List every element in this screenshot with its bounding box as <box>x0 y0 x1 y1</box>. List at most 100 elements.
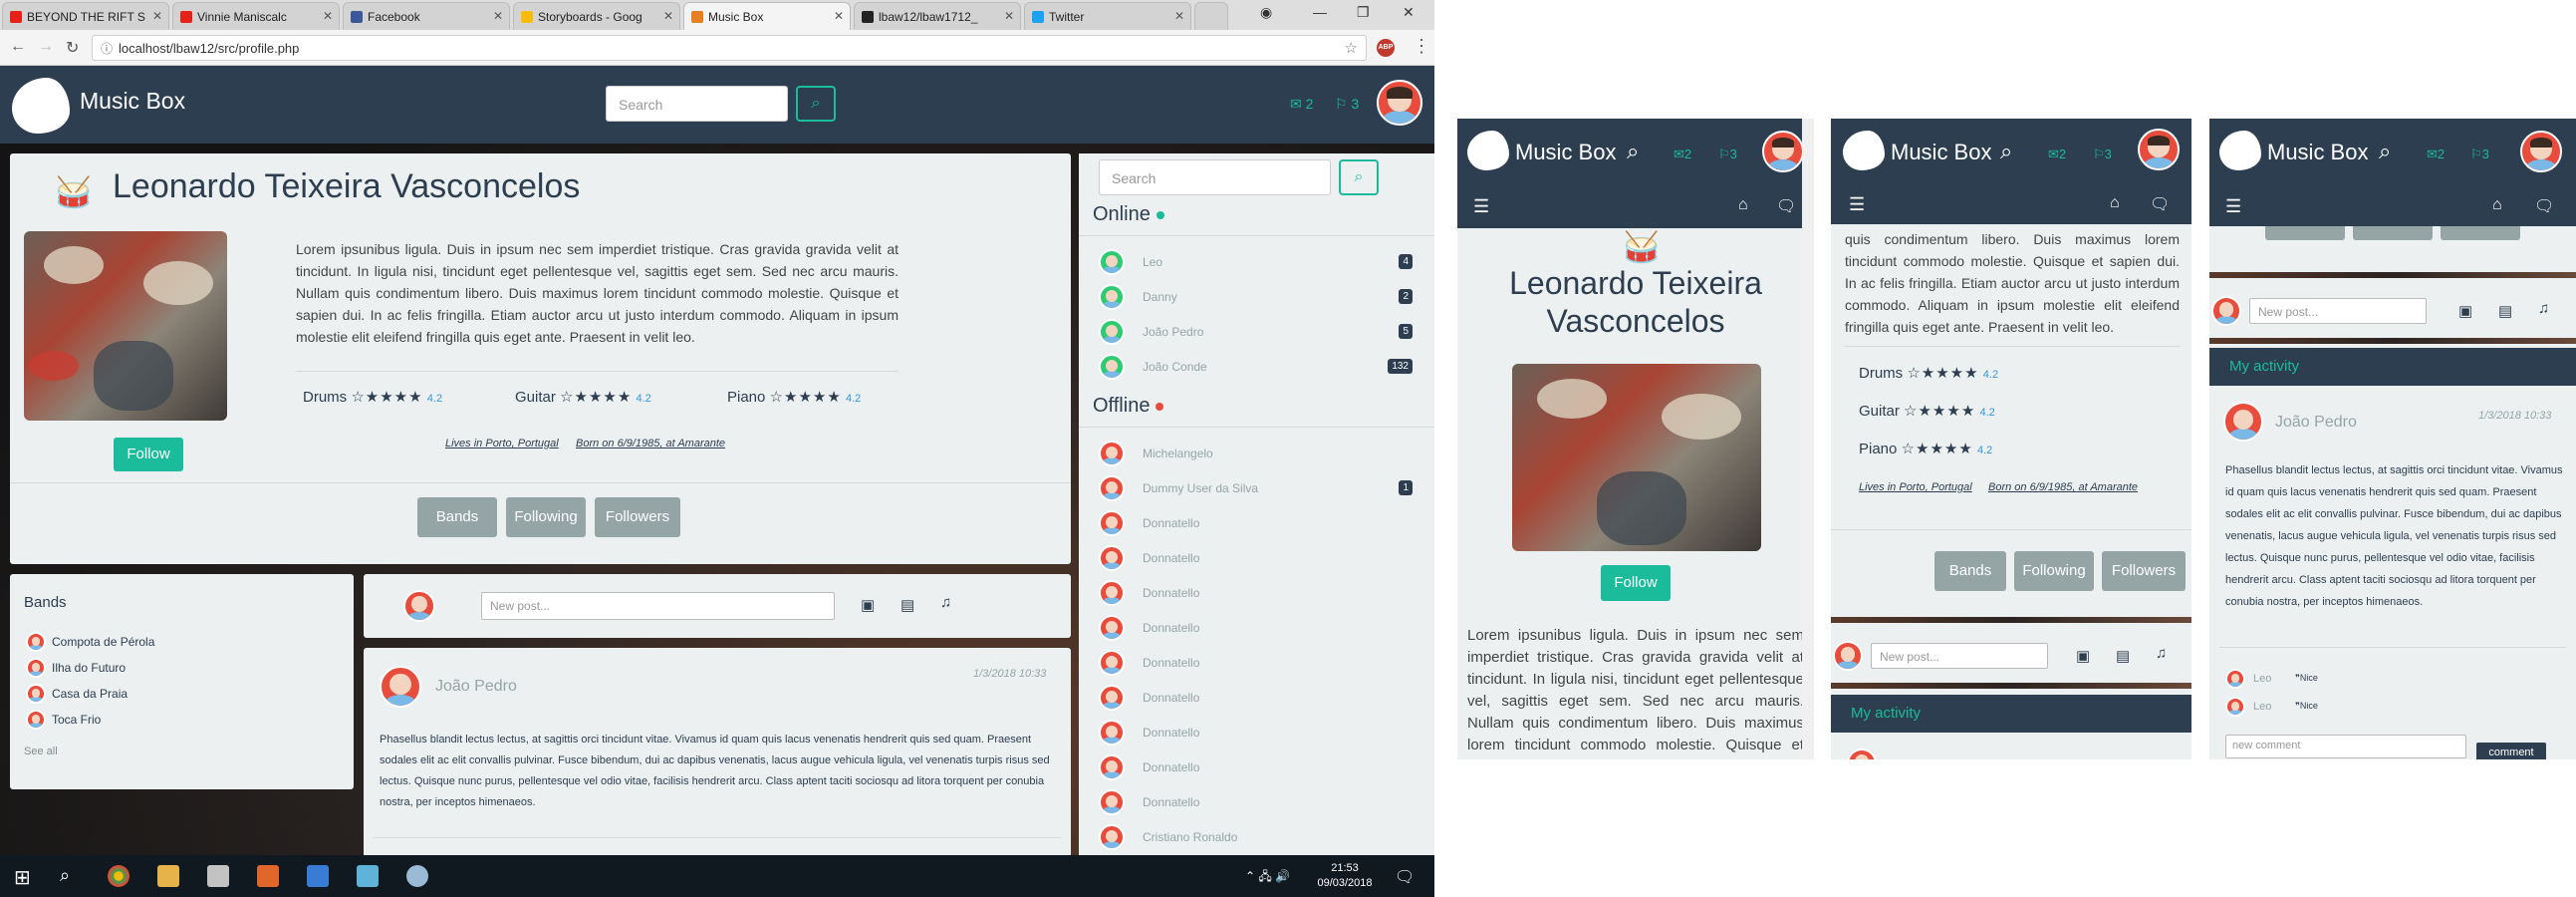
notifications-link[interactable]: ⚐ 3 <box>1335 96 1359 113</box>
see-all-link[interactable]: See all <box>24 746 58 757</box>
chat-icon[interactable]: 🗨 <box>2534 196 2554 216</box>
lives-in-link[interactable]: Lives in Porto, Portugal <box>445 438 559 449</box>
friend-name[interactable]: Leo <box>1143 255 1162 269</box>
chat-icon[interactable]: 🗨 <box>1776 196 1796 216</box>
music-note-icon[interactable]: ♫ <box>940 594 951 611</box>
friend-name[interactable]: Donnatello <box>1143 586 1199 600</box>
notifications-link[interactable]: ⚐3 <box>1718 147 1737 162</box>
comment-author[interactable]: Leo <box>2253 673 2271 685</box>
logo-icon[interactable] <box>1843 131 1885 170</box>
image-icon[interactable]: ▣ <box>2458 302 2472 320</box>
new-post-input[interactable]: New post... <box>1871 643 2048 669</box>
user-avatar[interactable] <box>2520 131 2562 172</box>
close-tab-icon[interactable]: ✕ <box>834 9 844 23</box>
tab-following[interactable] <box>2353 226 2433 240</box>
close-tab-icon[interactable]: ✕ <box>493 9 503 23</box>
search-input[interactable]: Search <box>606 86 788 122</box>
user-avatar[interactable] <box>1377 80 1422 126</box>
browser-tab-active[interactable]: Music Box ✕ <box>683 2 851 30</box>
friend-name[interactable]: Dummy User da Silva <box>1143 481 1258 495</box>
band-link[interactable]: Toca Frio <box>52 713 101 727</box>
url-input[interactable]: ⓘ localhost/lbaw12/src/profile.php ☆ <box>92 35 1367 61</box>
friend-name[interactable]: Donnatello <box>1143 726 1199 740</box>
brand-name[interactable]: Music Box <box>1515 140 1616 165</box>
taskbar-clock[interactable]: 21:53 09/03/2018 <box>1315 861 1375 891</box>
star-rating-icon[interactable]: ☆★★★★ <box>351 389 422 406</box>
browser-tab[interactable]: lbaw12/lbaw1712_ ✕ <box>854 2 1021 30</box>
image-icon[interactable]: ▣ <box>2076 647 2090 665</box>
close-tab-icon[interactable]: ✕ <box>663 9 673 23</box>
comment-button[interactable]: comment <box>2476 743 2546 759</box>
notifications-link[interactable]: ⚐3 <box>2093 147 2112 162</box>
info-icon[interactable]: ⓘ <box>101 40 113 57</box>
close-window-icon[interactable]: ✕ <box>1403 4 1415 21</box>
music-note-icon[interactable]: ♫ <box>2538 300 2549 317</box>
friend-name[interactable]: Donnatello <box>1143 621 1199 635</box>
sidebar-search-input[interactable]: Search <box>1099 159 1331 195</box>
post-author[interactable]: João Pedro <box>435 678 517 696</box>
tab-followers[interactable]: Followers <box>2102 551 2186 591</box>
hamburger-icon[interactable]: ☰ <box>2225 196 2241 217</box>
close-tab-icon[interactable]: ✕ <box>1174 9 1184 23</box>
friend-name[interactable]: João Pedro <box>1143 325 1203 339</box>
reload-icon[interactable]: ↻ <box>66 38 79 58</box>
born-link[interactable]: Born on 6/9/1985, at Amarante <box>1988 481 2138 493</box>
hamburger-icon[interactable]: ☰ <box>1849 194 1865 215</box>
search-icon[interactable]: ⌕ <box>2000 139 2012 164</box>
hamburger-icon[interactable]: ☰ <box>1473 196 1489 217</box>
tab-followers[interactable] <box>2441 226 2520 240</box>
music-note-icon[interactable]: ♫ <box>2156 645 2167 662</box>
chrome-icon[interactable] <box>108 865 129 887</box>
windows-start-icon[interactable]: ⊞ <box>14 865 31 890</box>
notifications-link[interactable]: ⚐3 <box>2470 147 2489 162</box>
browser-tab[interactable]: Facebook ✕ <box>343 2 510 30</box>
friend-name[interactable]: Michelangelo <box>1143 447 1213 460</box>
file-explorer-icon[interactable] <box>157 865 179 887</box>
comment-author[interactable]: Leo <box>2253 701 2271 713</box>
home-icon[interactable]: ⌂ <box>2110 194 2120 212</box>
tab-following[interactable]: Following <box>506 497 586 537</box>
search-icon[interactable]: ⌕ <box>2379 139 2391 164</box>
profile-icon[interactable]: ◉ <box>1260 4 1272 21</box>
forward-icon[interactable]: → <box>38 38 54 56</box>
brand-name[interactable]: Music Box <box>1891 140 1991 165</box>
scrollbar[interactable] <box>1802 119 1814 759</box>
friend-name[interactable]: Donnatello <box>1143 760 1199 774</box>
messages-link[interactable]: ✉2 <box>1674 147 1691 162</box>
logo-icon[interactable] <box>2219 131 2261 170</box>
band-link[interactable]: Casa da Praia <box>52 687 128 701</box>
sidebar-search-button[interactable]: ⌕ <box>1339 159 1379 195</box>
follow-button[interactable]: Follow <box>114 438 183 471</box>
new-tab-button[interactable] <box>1194 2 1228 30</box>
friend-name[interactable]: João Conde <box>1143 360 1207 374</box>
home-icon[interactable]: ⌂ <box>1738 196 1748 214</box>
app-icon[interactable] <box>357 865 379 887</box>
tab-bands[interactable]: Bands <box>1934 551 2006 591</box>
film-icon[interactable]: ▤ <box>2498 302 2512 320</box>
tab-following[interactable]: Following <box>2014 551 2094 591</box>
brand-name[interactable]: Music Box <box>2267 140 2368 165</box>
close-tab-icon[interactable]: ✕ <box>152 9 162 23</box>
messages-link[interactable]: ✉2 <box>2048 147 2066 162</box>
adblock-icon[interactable]: ABP <box>1377 39 1395 57</box>
tray-icons[interactable]: ⌃ 🖧 🔊 <box>1245 867 1290 888</box>
app-icon[interactable] <box>406 865 428 887</box>
tab-bands[interactable]: Bands <box>417 497 497 537</box>
home-icon[interactable]: ⌂ <box>2492 196 2502 214</box>
friend-name[interactable]: Donnatello <box>1143 551 1199 565</box>
browser-tab[interactable]: Vinnie Maniscalc ✕ <box>172 2 340 30</box>
friend-name[interactable]: Danny <box>1143 290 1177 304</box>
star-rating-icon[interactable]: ☆★★★★ <box>1904 403 1975 420</box>
close-tab-icon[interactable]: ✕ <box>1004 9 1014 23</box>
logo-icon[interactable] <box>1467 131 1509 170</box>
lives-in-link[interactable]: Lives in Porto, Portugal <box>1859 481 1972 493</box>
menu-dots-icon[interactable]: ⋮ <box>1413 36 1430 57</box>
new-post-input[interactable]: New post... <box>2249 298 2427 324</box>
film-icon[interactable]: ▤ <box>2116 647 2130 665</box>
notepad-icon[interactable] <box>207 865 229 887</box>
messages-link[interactable]: ✉2 <box>2427 147 2445 162</box>
star-rating-icon[interactable]: ☆★★★★ <box>1907 365 1978 382</box>
band-link[interactable]: Compota de Pérola <box>52 635 154 649</box>
user-avatar[interactable] <box>2138 129 2180 170</box>
follow-button[interactable]: Follow <box>1601 565 1671 601</box>
